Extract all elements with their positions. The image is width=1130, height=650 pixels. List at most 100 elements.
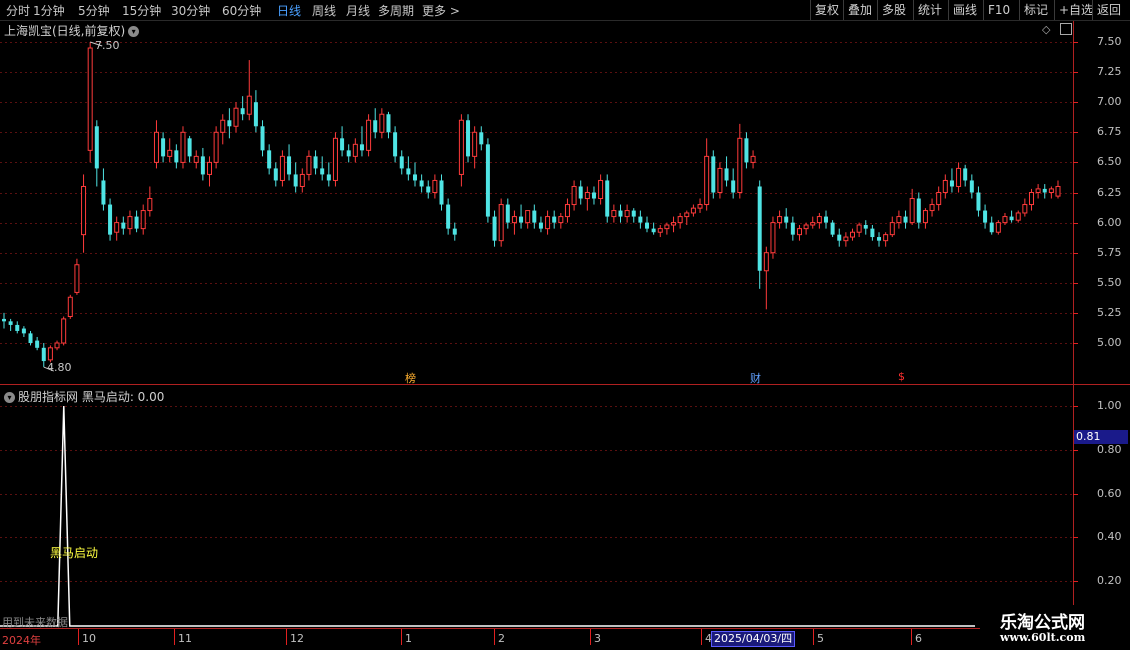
candle-body (717, 167, 723, 193)
candle-body (558, 216, 564, 224)
candle-body (153, 131, 159, 163)
candle-body (856, 224, 862, 233)
candle-body (479, 132, 484, 145)
candle-body (393, 132, 398, 157)
month-label: 5 (817, 632, 824, 645)
candle-body (1028, 192, 1034, 206)
low-price-label: 4.80 (47, 361, 72, 374)
candle-body (883, 234, 889, 242)
candle-body (140, 210, 146, 230)
watermark-url: www.60lt.com (1000, 631, 1086, 644)
candle-body (618, 210, 623, 217)
future-data-note: 用到未来数据 (2, 616, 68, 629)
kline-chart[interactable] (0, 0, 1130, 650)
year-label: 2024年 (2, 634, 41, 647)
candle-body (167, 149, 173, 157)
candle-body (684, 212, 690, 218)
event-marker[interactable]: 榜 (405, 370, 416, 386)
candle-body (41, 347, 46, 362)
candle-body (220, 119, 226, 133)
candle-body (909, 198, 915, 224)
candle-body (240, 108, 245, 115)
candle-body (54, 342, 60, 349)
month-label: 1 (405, 632, 412, 645)
candle-body (737, 137, 743, 194)
month-label: 3 (594, 632, 601, 645)
candle-body (936, 192, 942, 206)
candle-body (1022, 204, 1028, 214)
candle-body (432, 179, 438, 194)
candle-body (976, 192, 981, 211)
candle-body (200, 156, 205, 175)
candle-body (843, 236, 849, 242)
candle-body (299, 173, 305, 187)
candle-body (28, 333, 33, 343)
candle-body (332, 137, 338, 181)
candle-body (564, 204, 570, 218)
candle-body (439, 180, 444, 205)
candle-body (366, 119, 372, 151)
candle-body (2, 318, 6, 322)
event-marker[interactable]: $ (898, 370, 905, 383)
candle-body (114, 222, 120, 233)
candle-body (677, 216, 683, 224)
candle-body (571, 185, 577, 206)
candle-body (870, 228, 875, 238)
candle-body (193, 155, 199, 163)
candle-body (419, 180, 424, 187)
candle-body (101, 180, 106, 205)
candle-body (796, 228, 802, 236)
candle-body (306, 155, 312, 175)
candle-body (359, 144, 364, 151)
candle-body (253, 102, 258, 127)
candle-body (989, 222, 994, 233)
candle-body (711, 156, 716, 193)
event-marker[interactable]: 财 (750, 370, 761, 386)
candle-body (67, 296, 73, 318)
price-tick-label: 5.75 (1097, 245, 1122, 259)
candle-body (896, 216, 902, 224)
candle-body (485, 144, 490, 217)
candle-body (326, 174, 331, 181)
candle-body (161, 138, 166, 157)
price-tick-label: 5.50 (1097, 275, 1122, 289)
candle-body (379, 113, 385, 133)
candle-body (724, 168, 729, 181)
candle-body (823, 216, 828, 223)
candle-body (657, 228, 663, 233)
candle-body (399, 156, 404, 169)
month-label: 10 (82, 632, 96, 645)
candle-body (1042, 188, 1047, 193)
candle-body (591, 192, 596, 199)
candle-body (61, 318, 67, 344)
candle-body (340, 138, 345, 151)
candle-body (187, 138, 192, 157)
candle-body (233, 107, 239, 127)
chevron-down-icon[interactable]: ▾ (4, 392, 15, 403)
candle-body (671, 222, 677, 226)
candle-body (446, 204, 451, 229)
price-tick-label: 6.25 (1097, 185, 1122, 199)
signal-line (0, 405, 975, 627)
candle-body (638, 216, 643, 223)
candle-body (731, 180, 736, 193)
candle-body (313, 156, 318, 169)
candle-body (877, 237, 882, 241)
watermark-title: 乐淘公式网 (1000, 613, 1085, 633)
candle-body (651, 228, 656, 233)
candle-body (803, 224, 809, 230)
month-label: 2 (498, 632, 505, 645)
candle-body (784, 216, 789, 223)
candle-body (763, 252, 769, 272)
candle-body (35, 340, 40, 348)
candle-body (611, 210, 617, 218)
candle-body (1048, 188, 1054, 194)
candle-body (74, 264, 80, 293)
candle-body (87, 47, 93, 151)
candle-body (916, 198, 921, 223)
candle-body (697, 204, 703, 209)
price-tick-label: 7.50 (1097, 35, 1122, 48)
candle-body (631, 210, 636, 217)
candle-body (386, 114, 391, 133)
candle-body (458, 119, 464, 175)
